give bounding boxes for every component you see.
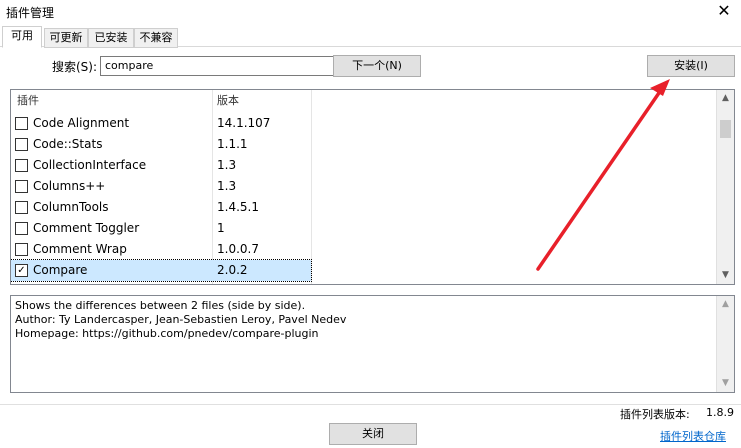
tab-available[interactable]: 可用 bbox=[2, 26, 42, 48]
annotation-arrow bbox=[0, 0, 741, 448]
arrow-shaft bbox=[538, 90, 661, 269]
arrow-head-icon bbox=[650, 79, 670, 96]
